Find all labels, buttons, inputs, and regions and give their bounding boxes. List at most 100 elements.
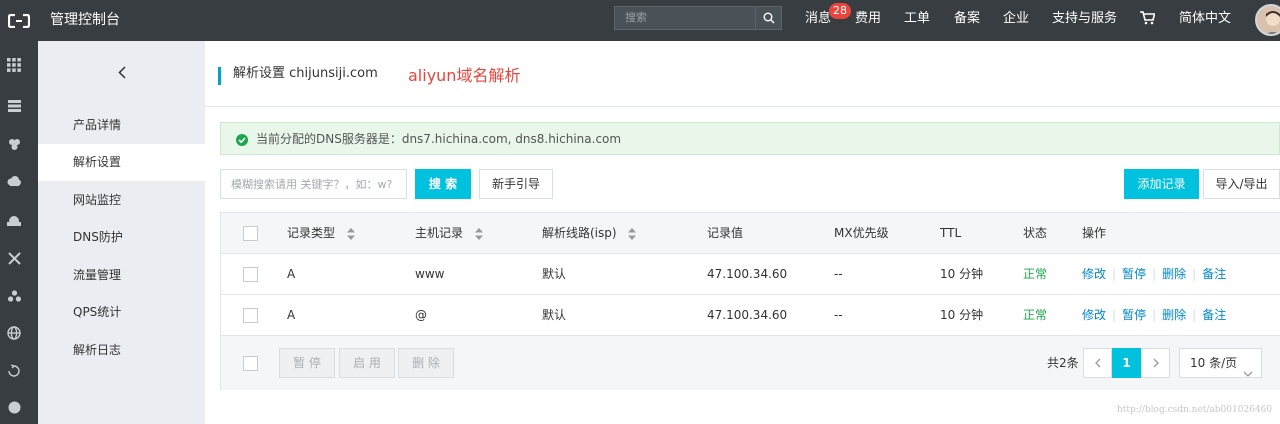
- page-title: 解析设置 chijunsiji.com: [233, 66, 378, 81]
- action-divider: |: [1152, 308, 1157, 322]
- user-avatar[interactable]: [1255, 4, 1280, 36]
- cluster-icon[interactable]: [7, 289, 21, 303]
- delete-link[interactable]: 删除: [1162, 267, 1186, 281]
- page-size-value: 10 条/页: [1190, 356, 1238, 370]
- column-header-type[interactable]: 记录类型: [287, 213, 355, 254]
- column-header-status: 状态: [1023, 226, 1048, 240]
- sidebar-item-site-monitor[interactable]: 网站监控: [38, 182, 205, 219]
- select-all-checkbox[interactable]: [243, 226, 258, 241]
- table-footer: 暂 停 启 用 删 除 共2条 1 10 条/页: [221, 336, 1280, 390]
- total-count: 共2条: [1047, 356, 1079, 370]
- grid-menu-icon[interactable]: [7, 58, 21, 72]
- record-host: www: [415, 267, 445, 281]
- row-actions: 修改 | 暂停 | 删除 | 备注: [1082, 295, 1226, 336]
- sidebar-item-traffic-management[interactable]: 流量管理: [38, 257, 205, 294]
- global-search[interactable]: 搜索: [614, 6, 782, 30]
- pause-link[interactable]: 暂停: [1122, 267, 1146, 281]
- add-record-button[interactable]: 添加记录: [1124, 169, 1199, 199]
- success-check-icon: [236, 134, 248, 146]
- sidebar-item-dns-settings[interactable]: 解析设置: [38, 144, 205, 181]
- record-search-field[interactable]: [220, 169, 407, 199]
- sidebar-item-qps-stats[interactable]: QPS统计: [38, 294, 205, 331]
- bulk-enable-button[interactable]: 启 用: [339, 348, 395, 378]
- record-ttl: 10 分钟: [940, 267, 984, 281]
- import-export-button[interactable]: 导入/导出: [1203, 169, 1280, 199]
- monitor-icon[interactable]: [7, 363, 21, 377]
- nav-billing[interactable]: 费用: [855, 0, 881, 38]
- chevron-left-icon[interactable]: [117, 66, 126, 82]
- record-line: 默认: [542, 308, 567, 322]
- cart-icon[interactable]: [1140, 11, 1156, 25]
- server-icon[interactable]: [7, 99, 21, 113]
- column-label: 解析线路(isp): [542, 226, 617, 240]
- column-header-actions: 操作: [1082, 226, 1107, 240]
- column-header-ttl: TTL: [940, 226, 962, 240]
- page-annotation: aliyun域名解析: [408, 66, 521, 85]
- select-all-checkbox-footer[interactable]: [243, 356, 258, 371]
- search-button[interactable]: 搜 索: [415, 169, 471, 199]
- record-search-input[interactable]: [221, 170, 406, 198]
- column-header-value: 记录值: [707, 226, 744, 240]
- sidebar-item-dns-protection[interactable]: DNS防护: [38, 219, 205, 256]
- table-row: A www 默认 47.100.34.60 -- 10 分钟 正常 修改 | 暂停 |…: [221, 254, 1280, 295]
- watermark: http://blog.csdn.net/ab001026460: [1117, 405, 1273, 415]
- action-divider: |: [1112, 267, 1117, 281]
- dns-server-alert: 当前分配的DNS服务器是：dns7.hichina.com, dns8.hich…: [220, 122, 1280, 155]
- aliyun-logo-icon[interactable]: [0, 0, 38, 41]
- record-host: @: [415, 308, 427, 322]
- nav-enterprise[interactable]: 企业: [1003, 0, 1029, 38]
- bulk-pause-button[interactable]: 暂 停: [279, 348, 335, 378]
- nav-language[interactable]: 简体中文: [1179, 0, 1231, 38]
- network-icon[interactable]: [7, 251, 21, 265]
- alert-text: 当前分配的DNS服务器是：dns7.hichina.com, dns8.hich…: [256, 132, 622, 146]
- search-icon[interactable]: [755, 7, 781, 29]
- nav-icp[interactable]: 备案: [954, 0, 980, 38]
- record-mx: --: [834, 308, 843, 322]
- action-divider: |: [1192, 308, 1197, 322]
- dns-records-table: 记录类型 主机记录 解析线路(isp) 记录值 MX优先级 TTL 状态 操作 …: [220, 212, 1280, 390]
- chevron-down-icon: [1243, 359, 1253, 387]
- database-icon[interactable]: [7, 137, 21, 151]
- page-size-select[interactable]: 10 条/页: [1179, 348, 1262, 378]
- remark-link[interactable]: 备注: [1202, 267, 1226, 281]
- cdn-icon[interactable]: [7, 213, 21, 227]
- nav-tickets[interactable]: 工单: [904, 0, 930, 38]
- pause-link[interactable]: 暂停: [1122, 308, 1146, 322]
- guide-button[interactable]: 新手引导: [479, 169, 553, 199]
- bulk-delete-button[interactable]: 删 除: [398, 348, 454, 378]
- circle-icon[interactable]: [7, 400, 21, 414]
- edit-link[interactable]: 修改: [1082, 308, 1106, 322]
- row-checkbox[interactable]: [243, 308, 258, 323]
- column-header-host[interactable]: 主机记录: [415, 213, 483, 254]
- record-ttl: 10 分钟: [940, 308, 984, 322]
- prev-page-button[interactable]: [1083, 348, 1112, 378]
- sort-icon[interactable]: [346, 227, 355, 240]
- back-button[interactable]: [38, 41, 205, 107]
- sidebar-item-product-details[interactable]: 产品详情: [38, 107, 205, 144]
- console-title[interactable]: 管理控制台: [50, 0, 120, 41]
- nav-support[interactable]: 支持与服务: [1052, 0, 1117, 38]
- remark-link[interactable]: 备注: [1202, 308, 1226, 322]
- sort-icon[interactable]: [474, 227, 483, 240]
- delete-link[interactable]: 删除: [1162, 308, 1186, 322]
- row-actions: 修改 | 暂停 | 删除 | 备注: [1082, 254, 1226, 295]
- action-divider: |: [1192, 267, 1197, 281]
- page-number-button[interactable]: 1: [1112, 348, 1141, 378]
- nav-messages[interactable]: 消息: [805, 0, 831, 38]
- record-line: 默认: [542, 267, 567, 281]
- column-label: 主机记录: [415, 226, 464, 240]
- sort-icon[interactable]: [628, 227, 637, 240]
- column-header-line[interactable]: 解析线路(isp): [542, 213, 637, 254]
- chevron-right-icon: [1153, 358, 1159, 368]
- table-row: A @ 默认 47.100.34.60 -- 10 分钟 正常 修改 | 暂停 | 删除…: [221, 295, 1280, 336]
- sidebar-item-dns-logs[interactable]: 解析日志: [38, 332, 205, 369]
- record-type: A: [287, 267, 296, 281]
- record-status: 正常: [1023, 308, 1048, 322]
- action-divider: |: [1112, 308, 1117, 322]
- title-accent-bar: [218, 67, 221, 85]
- cloud-icon[interactable]: [7, 174, 21, 188]
- next-page-button[interactable]: [1141, 348, 1170, 378]
- row-checkbox[interactable]: [243, 267, 258, 282]
- globe-icon[interactable]: [7, 326, 21, 340]
- edit-link[interactable]: 修改: [1082, 267, 1106, 281]
